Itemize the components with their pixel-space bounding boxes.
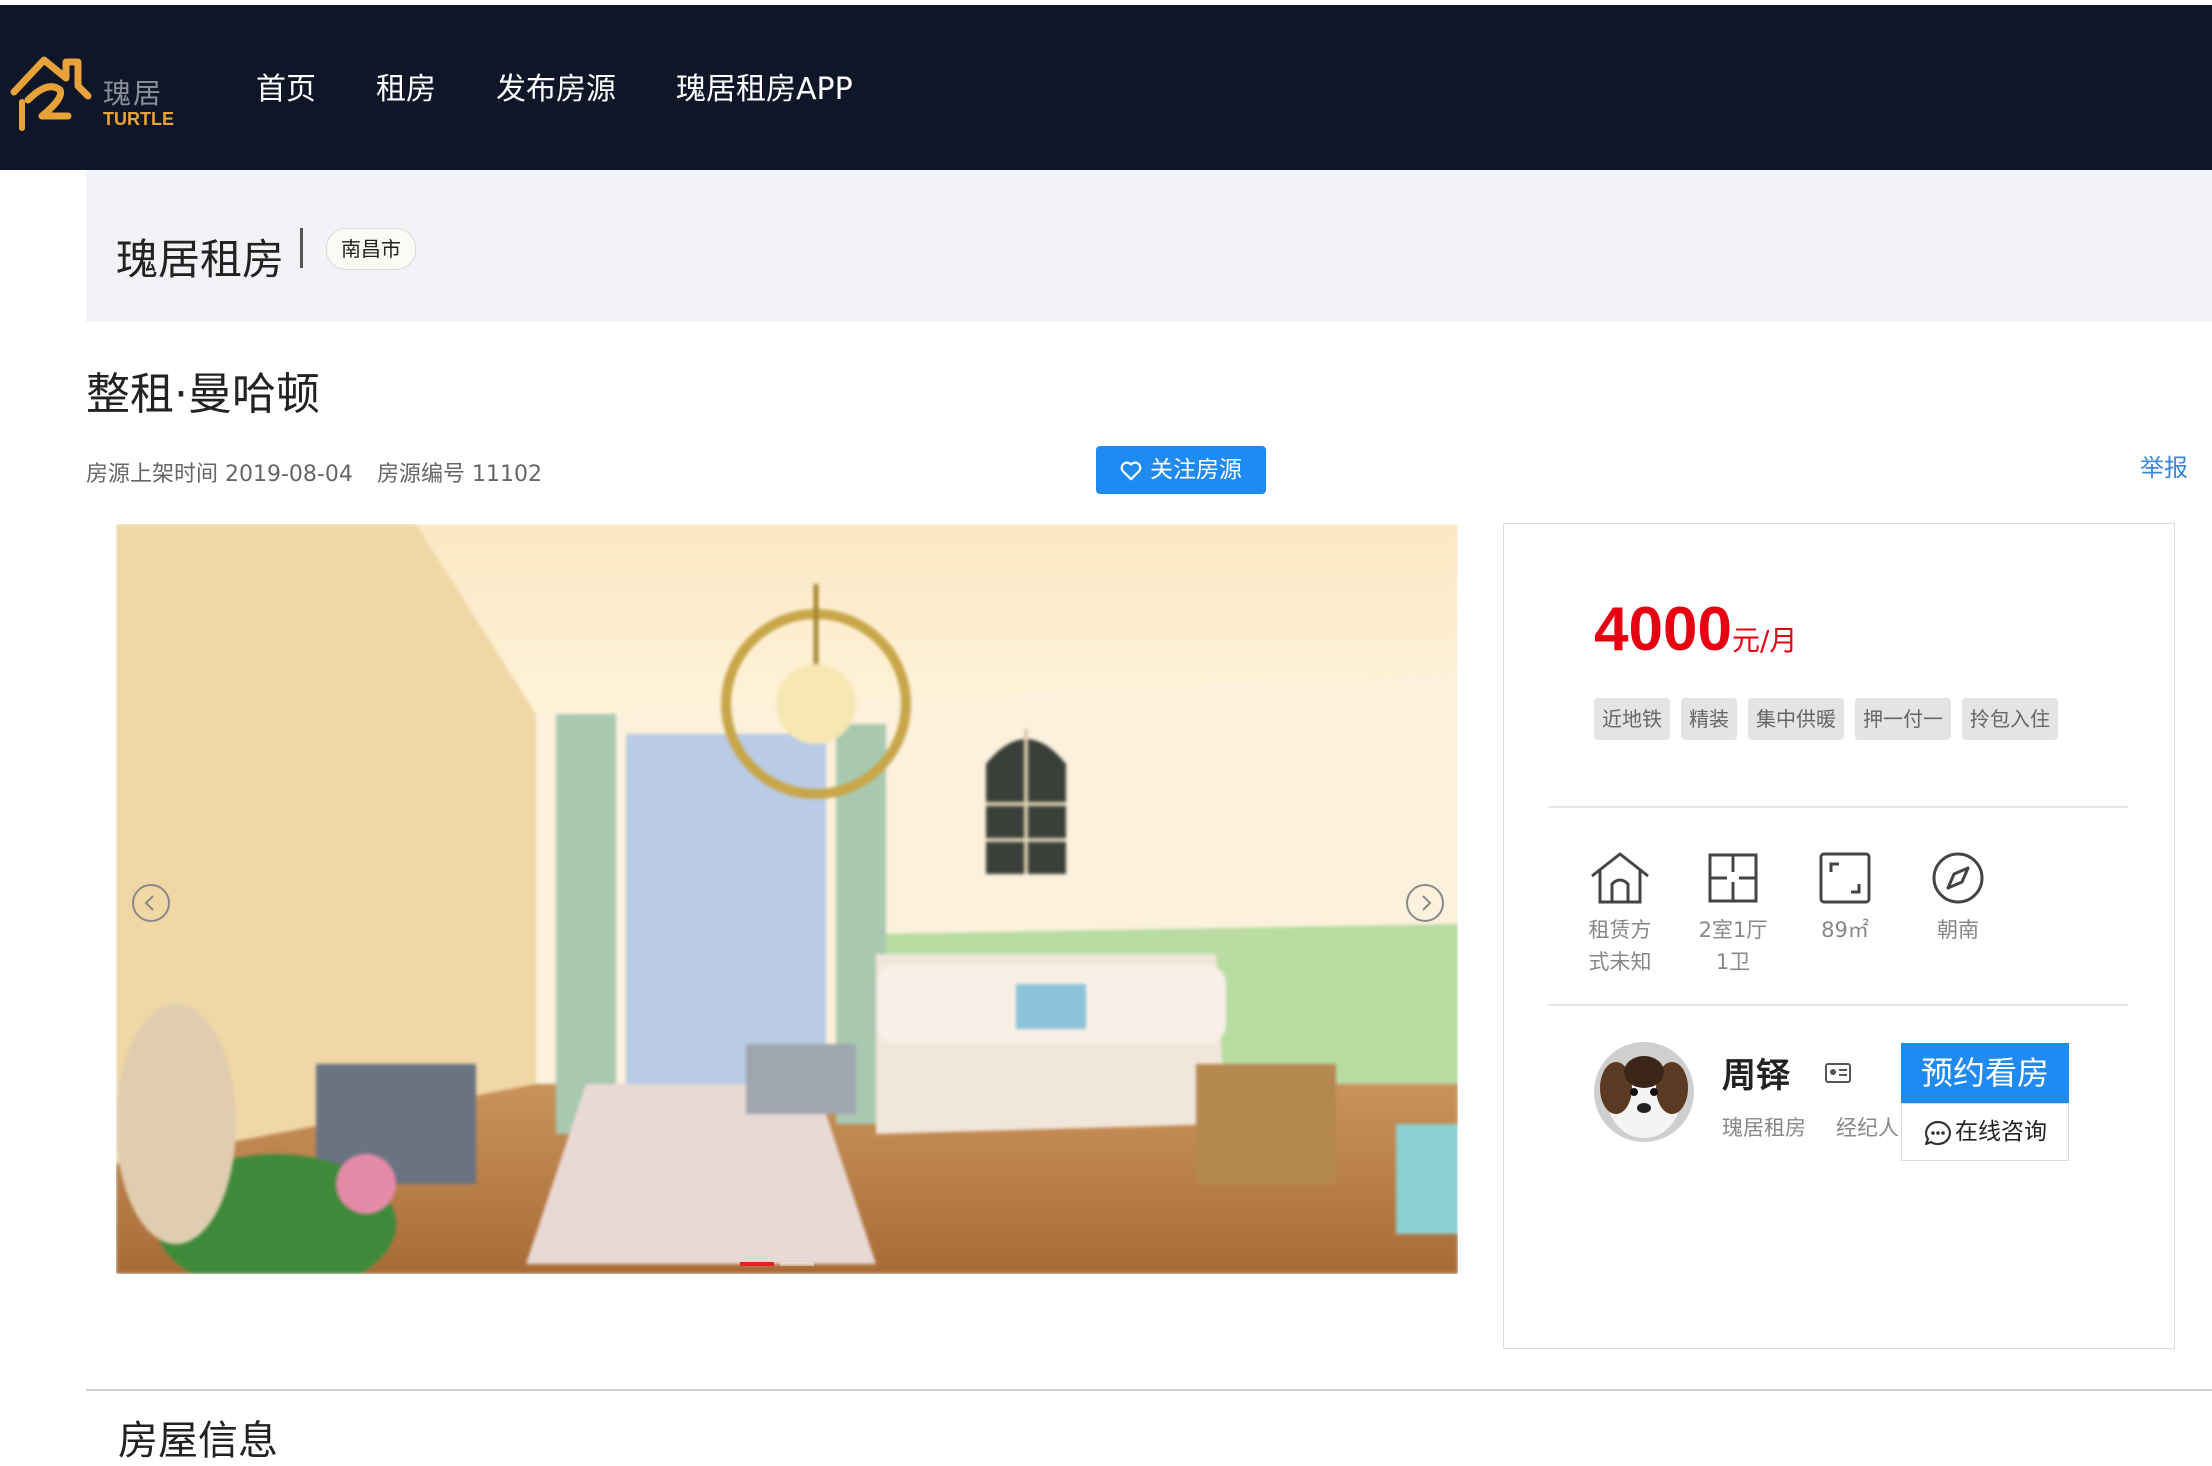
- follow-button[interactable]: 关注房源: [1096, 446, 1266, 494]
- logo-text-cn: 瑰居: [103, 77, 164, 110]
- tag: 押一付一: [1855, 698, 1951, 740]
- carousel-dot-2[interactable]: [780, 1262, 814, 1266]
- chevron-right-icon: [1422, 895, 1432, 911]
- chevron-left-icon: [144, 895, 154, 911]
- feature-line: 式未知: [1588, 950, 1652, 974]
- follow-label: 关注房源: [1150, 457, 1242, 483]
- feature-rent-type: 租赁方 式未知: [1580, 850, 1660, 978]
- carousel-next-button[interactable]: [1406, 884, 1444, 922]
- tag: 拎包入住: [1962, 698, 2058, 740]
- price: 4000元/月: [1594, 594, 1797, 665]
- tag: 集中供暖: [1748, 698, 1844, 740]
- agent-name: 周铎: [1722, 1056, 1790, 1096]
- room-photo: [116, 524, 1458, 1274]
- tag: 近地铁: [1594, 698, 1670, 740]
- listing-number: 房源编号 11102: [377, 462, 542, 487]
- logo-text-en: TURTLE: [103, 109, 174, 129]
- feature-line: 2室1厅: [1698, 918, 1768, 942]
- agent-company: 瑰居租房: [1722, 1116, 1806, 1140]
- section-title: 房屋信息: [118, 1418, 278, 1464]
- agent-avatar[interactable]: [1594, 1042, 1694, 1142]
- price-unit: 元/月: [1731, 624, 1798, 657]
- carousel-dot-1[interactable]: [740, 1262, 774, 1266]
- nav-app[interactable]: 瑰居租房APP: [676, 64, 853, 108]
- dog-avatar-icon: [1594, 1042, 1694, 1142]
- window-edge: [0, 0, 2212, 5]
- logo-house-icon: [10, 56, 92, 131]
- section-divider: [86, 1389, 2212, 1391]
- divider: [1548, 1004, 2128, 1006]
- breadcrumb: 瑰居租房 南昌市: [86, 170, 2212, 322]
- feature-layout: 2室1厅 1卫: [1693, 850, 1773, 978]
- compass-icon: [1932, 852, 1984, 904]
- breadcrumb-title[interactable]: 瑰居租房: [116, 226, 284, 287]
- feature-line: 朝南: [1937, 918, 1979, 942]
- top-navbar: 瑰居 TURTLE 首页 租房 发布房源 瑰居租房APP: [0, 0, 2212, 170]
- image-carousel[interactable]: [116, 524, 1458, 1274]
- site-logo[interactable]: 瑰居 TURTLE: [8, 50, 178, 132]
- tag: 精装: [1681, 698, 1737, 740]
- listing-title: 整租·曼哈顿: [86, 369, 320, 420]
- nav-home[interactable]: 首页: [256, 64, 316, 108]
- feature-tags: 近地铁 精装 集中供暖 押一付一 拎包入住: [1594, 698, 2069, 740]
- floorplan-icon: [1708, 853, 1758, 903]
- listed-date: 房源上架时间 2019-08-04: [86, 462, 353, 487]
- carousel-indicators: [740, 1251, 820, 1270]
- house-icon: [1591, 852, 1649, 904]
- agent-role: 经纪人: [1836, 1116, 1899, 1140]
- breadcrumb-separator: [300, 228, 303, 268]
- feature-line: 89㎡: [1821, 918, 1869, 942]
- book-viewing-button[interactable]: 预约看房: [1901, 1043, 2069, 1103]
- city-badge[interactable]: 南昌市: [326, 228, 416, 270]
- feature-area: 89㎡: [1805, 850, 1885, 946]
- carousel-prev-button[interactable]: [132, 884, 170, 922]
- area-icon: [1819, 852, 1871, 904]
- nav-rent[interactable]: 租房: [376, 64, 436, 108]
- heart-icon: [1120, 461, 1142, 480]
- divider: [1548, 806, 2128, 808]
- online-consult-button[interactable]: 在线咨询: [1901, 1103, 2069, 1161]
- chat-icon: [1924, 1120, 1951, 1145]
- listing-info-card: 4000元/月 近地铁 精装 集中供暖 押一付一 拎包入住 租赁方 式未知 2室1厅 1…: [1503, 523, 2175, 1349]
- nav-publish[interactable]: 发布房源: [496, 64, 616, 108]
- feature-line: 1卫: [1715, 950, 1751, 974]
- consult-label: 在线咨询: [1955, 1119, 2047, 1145]
- price-amount: 4000: [1594, 595, 1732, 664]
- feature-line: 租赁方: [1588, 918, 1652, 942]
- id-card-icon[interactable]: [1824, 1062, 1852, 1088]
- feature-orientation: 朝南: [1918, 850, 1998, 946]
- report-link[interactable]: 举报: [2140, 448, 2188, 483]
